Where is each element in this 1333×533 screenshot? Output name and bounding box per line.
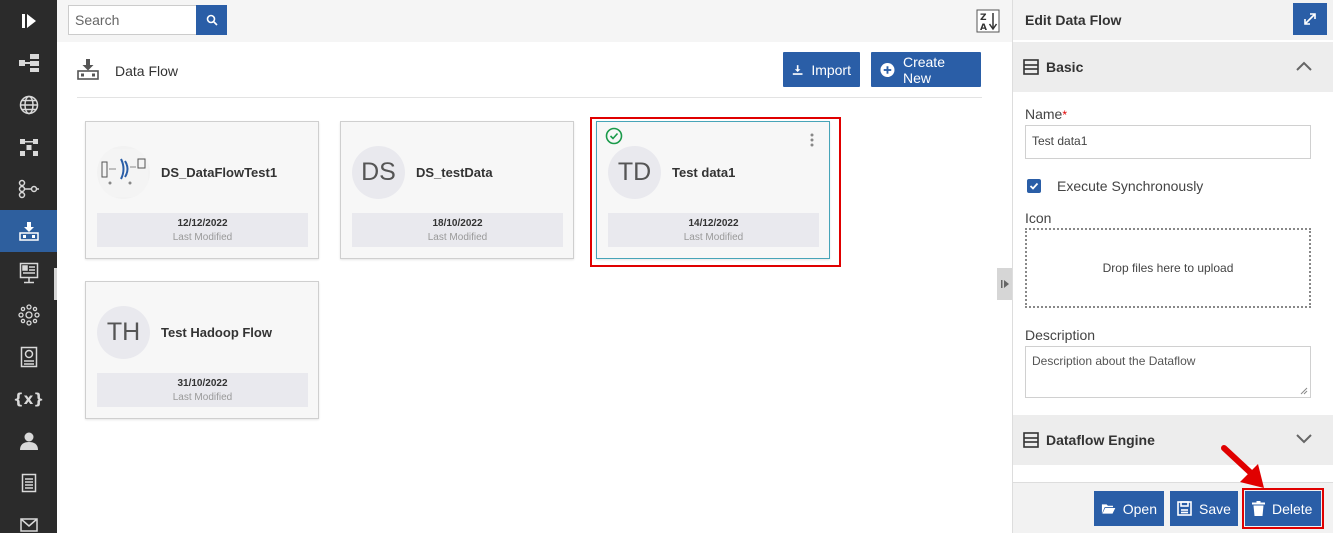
- execute-sync-checkbox[interactable]: [1027, 179, 1041, 193]
- page-title: Data Flow: [115, 63, 179, 79]
- search-icon: [206, 14, 218, 26]
- svg-text:Z: Z: [980, 13, 987, 23]
- dataflow-card[interactable]: TH Test Hadoop Flow 31/10/2022 Last Modi…: [85, 281, 319, 419]
- pipeline-icon[interactable]: [0, 168, 57, 210]
- name-field[interactable]: Test data1: [1025, 125, 1311, 159]
- plus-circle-icon: [880, 62, 895, 77]
- red-arrow-icon: [1221, 445, 1264, 488]
- card-modified-label: Last Modified: [427, 232, 488, 243]
- expand-panel-button[interactable]: [1293, 3, 1327, 35]
- card-modified-label: Last Modified: [172, 232, 233, 243]
- card-date: 12/12/2022: [177, 218, 228, 229]
- card-avatar: DS: [352, 146, 405, 199]
- chevron-down-icon: [1296, 432, 1312, 447]
- panel-title: Edit Data Flow: [1025, 12, 1122, 28]
- card-date: 31/10/2022: [177, 378, 228, 389]
- globe-icon[interactable]: [0, 84, 57, 126]
- card-footer: 12/12/2022 Last Modified: [97, 213, 308, 247]
- description-placeholder: Description about the Dataflow: [1032, 354, 1196, 368]
- card-avatar: TD: [608, 146, 661, 199]
- create-new-button[interactable]: Create New: [871, 52, 981, 87]
- card-footer: 14/12/2022 Last Modified: [608, 213, 819, 247]
- collapse-panel-icon: [1000, 280, 1009, 288]
- card-title: DS_testData: [416, 165, 493, 180]
- save-label: Save: [1199, 500, 1231, 517]
- report-icon[interactable]: [0, 336, 57, 378]
- icon-label: Icon: [1025, 210, 1052, 226]
- download-icon: [792, 64, 803, 75]
- description-label: Description: [1025, 327, 1096, 343]
- svg-text:A: A: [980, 23, 987, 33]
- card-thumbnail: [97, 146, 150, 199]
- import-label: Import: [811, 61, 851, 78]
- card-modified-label: Last Modified: [172, 392, 233, 403]
- name-label-text: Name: [1025, 106, 1063, 122]
- card-title: DS_DataFlowTest1: [161, 165, 278, 180]
- top-toolbar: ZA: [57, 0, 1012, 42]
- card-modified-label: Last Modified: [683, 232, 744, 243]
- card-footer: 31/10/2022 Last Modified: [97, 373, 308, 407]
- panel-header: Edit Data Flow: [1013, 0, 1333, 40]
- document-icon[interactable]: [0, 462, 57, 504]
- icon-dropzone[interactable]: Drop files here to upload: [1025, 228, 1311, 308]
- hierarchy-icon[interactable]: [0, 42, 57, 84]
- collapse-sidebar-icon[interactable]: [0, 0, 57, 42]
- basic-section-header[interactable]: Basic: [1013, 42, 1333, 92]
- checkmark-icon: [1029, 182, 1039, 190]
- create-new-label: Create New: [902, 53, 945, 86]
- save-button[interactable]: Save: [1170, 491, 1238, 526]
- sort-az-button[interactable]: ZA: [975, 8, 1001, 34]
- card-menu-icon[interactable]: [810, 133, 814, 150]
- resize-grip-icon: [1300, 387, 1308, 395]
- card-avatar: TH: [97, 306, 150, 359]
- basic-section-title: Basic: [1046, 59, 1084, 75]
- dropzone-text: Drop files here to upload: [1102, 261, 1234, 275]
- search-button[interactable]: [196, 5, 227, 35]
- delete-highlight-frame: [1242, 488, 1324, 529]
- dataflow-card-selected[interactable]: TD Test data1 14/12/2022 Last Modified: [596, 121, 830, 259]
- import-button[interactable]: Import: [783, 52, 860, 87]
- description-textarea[interactable]: Description about the Dataflow: [1025, 346, 1311, 398]
- card-date: 14/12/2022: [688, 218, 739, 229]
- section-icon: [1023, 432, 1039, 451]
- variables-glyph: {x}: [12, 390, 45, 408]
- left-sidebar: {x}: [0, 0, 57, 533]
- card-footer: 18/10/2022 Last Modified: [352, 213, 563, 247]
- search-box: [68, 5, 227, 35]
- dashboard-icon[interactable]: [0, 252, 57, 294]
- network-icon[interactable]: [0, 126, 57, 168]
- card-date: 18/10/2022: [432, 218, 483, 229]
- card-title: Test data1: [672, 165, 736, 180]
- mail-icon[interactable]: [0, 504, 57, 533]
- expand-icon: [1304, 13, 1316, 25]
- dataflow-icon[interactable]: [0, 210, 57, 252]
- open-button[interactable]: Open: [1094, 491, 1164, 526]
- card-title: Test Hadoop Flow: [161, 325, 272, 340]
- engine-section-title: Dataflow Engine: [1046, 432, 1155, 448]
- folder-open-icon: [1101, 504, 1116, 514]
- user-icon[interactable]: [0, 420, 57, 462]
- dataflow-card[interactable]: DS_DataFlowTest1 12/12/2022 Last Modifie…: [85, 121, 319, 259]
- selected-check-icon: [605, 127, 623, 148]
- workflow-thumbnail-icon: [99, 148, 148, 197]
- section-icon: [1023, 59, 1039, 78]
- save-icon: [1177, 501, 1192, 516]
- panel-footer: Open Save Delete: [1013, 482, 1333, 533]
- sort-az-icon: ZA: [976, 9, 1000, 33]
- collapse-panel-handle[interactable]: [997, 268, 1012, 300]
- required-marker: *: [1062, 108, 1068, 122]
- chevron-up-icon: [1296, 59, 1312, 74]
- execute-sync-label: Execute Synchronously: [1057, 178, 1204, 194]
- dataflow-card[interactable]: DS DS_testData 18/10/2022 Last Modified: [340, 121, 574, 259]
- variables-icon[interactable]: {x}: [0, 378, 57, 420]
- name-label: Name*: [1025, 106, 1067, 122]
- page-heading-row: Data Flow Import Create New: [77, 52, 982, 98]
- engine-section-header[interactable]: Dataflow Engine: [1013, 415, 1333, 465]
- edit-panel: Edit Data Flow Basic Name* Test data1 Ex…: [1012, 0, 1333, 533]
- search-input[interactable]: [68, 5, 196, 35]
- cluster-icon[interactable]: [0, 294, 57, 336]
- dataflow-heading-icon: [77, 58, 99, 83]
- main-content: ZA Data Flow Import Create New: [57, 0, 1012, 533]
- open-label: Open: [1122, 500, 1157, 517]
